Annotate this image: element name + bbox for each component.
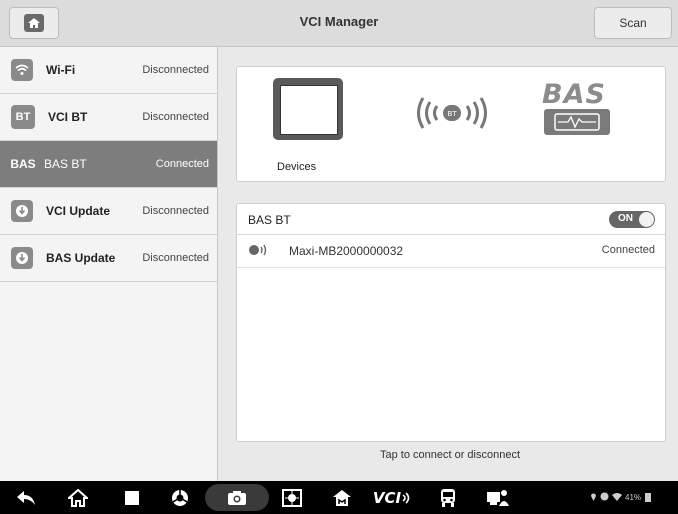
wifi-status-icon <box>612 492 622 503</box>
bluetooth-title: BAS BT <box>248 213 291 227</box>
sidebar-item-wifi[interactable]: Wi-Fi Disconnected <box>0 47 217 94</box>
svg-text:BT: BT <box>447 110 457 118</box>
hint-text: Tap to connect or disconnect <box>379 449 521 461</box>
browser-icon[interactable] <box>166 481 194 514</box>
status-area: 41% <box>590 481 652 514</box>
scan-button[interactable]: Scan <box>594 7 672 39</box>
sidebar-item-bas-update[interactable]: BAS Update Disconnected <box>0 235 217 282</box>
system-navbar: VCI 41% <box>0 481 678 514</box>
location-icon <box>590 492 597 503</box>
back-icon[interactable] <box>12 481 40 514</box>
sidebar-item-vci-update[interactable]: VCI Update Disconnected <box>0 188 217 235</box>
vci-label: VCI <box>372 488 402 507</box>
battery-tester-icon <box>544 109 610 135</box>
vci-shortcut[interactable]: VCI <box>372 481 412 514</box>
bt-icon: BT <box>11 105 35 129</box>
sidebar-item-status: Disconnected <box>142 252 209 264</box>
wifi-icon <box>11 59 33 81</box>
vehicle-icon[interactable] <box>434 481 462 514</box>
toggle-knob <box>639 212 654 227</box>
header-bar: VCI Manager Scan <box>0 0 678 47</box>
battery-text: 41% <box>625 493 642 502</box>
sidebar-item-label: BAS BT <box>44 157 87 171</box>
sidebar-item-label: VCI Update <box>46 204 111 218</box>
update-icon <box>11 247 33 269</box>
list-item[interactable]: Maxi-MB2000000032 Connected <box>237 235 665 268</box>
display-settings-icon[interactable] <box>278 481 306 514</box>
bluetooth-header: BAS BT ON <box>237 204 665 235</box>
toggle-label: ON <box>618 213 633 224</box>
recent-apps-icon[interactable] <box>118 481 146 514</box>
sidebar-item-status: Disconnected <box>142 205 209 217</box>
autel-home-icon[interactable] <box>328 481 356 514</box>
bas-logo-text: BAS <box>542 79 606 110</box>
devices-label: Devices <box>277 161 317 173</box>
sidebar-item-vci-bt[interactable]: BT VCI BT Disconnected <box>0 94 217 141</box>
sidebar-item-label: VCI BT <box>48 110 88 124</box>
battery-icon <box>644 492 652 504</box>
devices-panel: Devices BT BAS <box>236 66 666 182</box>
sidebar-item-bas-bt[interactable]: BAS BAS BT Connected <box>0 141 217 188</box>
bluetooth-device-icon <box>248 243 268 262</box>
bluetooth-toggle[interactable]: ON <box>609 211 655 228</box>
sidebar: Wi-Fi Disconnected BT VCI BT Disconnecte… <box>0 47 218 481</box>
sidebar-item-label: BAS Update <box>46 251 116 265</box>
vci-signal-icon <box>402 491 410 504</box>
bas-logo: BAS <box>542 81 610 135</box>
bluetooth-signal-icon: BT <box>407 95 497 136</box>
remote-support-icon[interactable] <box>482 481 514 514</box>
camera-icon <box>205 484 269 511</box>
update-icon <box>11 200 33 222</box>
bluetooth-panel: BAS BT ON Maxi-MB2000000032 Connected <box>236 203 666 442</box>
home-nav-icon[interactable] <box>64 481 92 514</box>
sidebar-item-status: Connected <box>155 158 209 170</box>
vci-status-icon <box>600 492 609 503</box>
bas-icon: BAS <box>10 157 36 171</box>
sidebar-item-status: Disconnected <box>142 111 209 123</box>
device-name: Maxi-MB2000000032 <box>289 244 404 258</box>
sidebar-item-label: Wi-Fi <box>46 63 76 77</box>
device-status: Connected <box>601 244 655 256</box>
sidebar-item-status: Disconnected <box>142 64 209 76</box>
page-title: VCI Manager <box>299 14 379 29</box>
tablet-icon <box>273 78 343 140</box>
screenshot-button[interactable] <box>205 484 269 511</box>
